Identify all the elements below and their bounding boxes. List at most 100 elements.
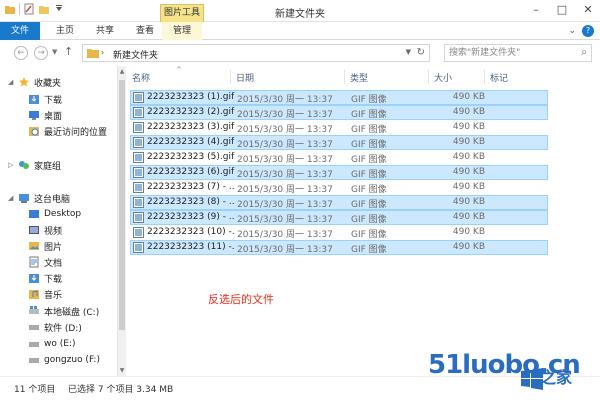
nav-label: 音乐 bbox=[44, 290, 63, 301]
file-row[interactable]: 2223232323 (4).gif 2015/3/30 周一 13:37 GIF … bbox=[130, 135, 548, 150]
gif-file-icon bbox=[133, 107, 144, 118]
nav-label: 下载 bbox=[44, 274, 63, 285]
help-icon[interactable]: ? bbox=[582, 25, 594, 37]
expand-ribbon-icon[interactable]: ⌄ bbox=[568, 26, 576, 36]
column-tags[interactable]: 标记 bbox=[490, 71, 508, 84]
file-date: 2015/3/30 周一 13:37 bbox=[237, 110, 333, 120]
nav-desktop[interactable]: 桌面 bbox=[28, 107, 62, 123]
column-divider[interactable] bbox=[428, 70, 429, 84]
nav-label: 本地磁盘 (C:) bbox=[44, 307, 100, 318]
collapse-icon[interactable]: ◢ bbox=[8, 78, 18, 86]
column-size[interactable]: 大小 bbox=[434, 71, 452, 84]
file-date: 2015/3/30 周一 13:37 bbox=[237, 245, 333, 255]
gif-file-icon bbox=[133, 137, 144, 148]
nav-drive-e[interactable]: wo (E:) bbox=[28, 336, 75, 352]
nav-documents[interactable]: 文档 bbox=[28, 254, 62, 270]
file-row[interactable]: 2223232323 (8) - ... 2015/3/30 周一 13:37 GI… bbox=[130, 195, 548, 210]
file-type: GIF 图像 bbox=[351, 95, 387, 105]
refresh-icon[interactable]: ↻ bbox=[417, 47, 425, 58]
nav-favorites[interactable]: ◢ 收藏夹 bbox=[8, 74, 61, 90]
search-box[interactable]: ⌕ bbox=[444, 44, 592, 62]
scrollbar-thumb[interactable] bbox=[119, 80, 125, 330]
nav-drive-d[interactable]: 软件 (D:) bbox=[28, 319, 82, 335]
file-name: 2223232323 (4).gif bbox=[147, 137, 235, 147]
expand-icon[interactable]: ▷ bbox=[8, 161, 18, 169]
nav-homegroup[interactable]: ▷ 家庭组 bbox=[8, 157, 61, 173]
ribbon-right-controls: ⌄ ? bbox=[568, 25, 594, 37]
column-divider[interactable] bbox=[344, 70, 345, 84]
tab-manage[interactable]: 管理 bbox=[162, 22, 202, 40]
gif-file-icon bbox=[133, 92, 144, 103]
scroll-down-icon[interactable]: ▼ bbox=[118, 367, 126, 374]
file-row[interactable]: 2223232323 (5).gif 2015/3/30 周一 13:37 GIF … bbox=[130, 150, 548, 165]
file-row[interactable]: 2223232323 (3).gif 2015/3/30 周一 13:37 GIF … bbox=[130, 120, 548, 135]
column-date[interactable]: 日期 bbox=[236, 71, 254, 84]
file-type: GIF 图像 bbox=[351, 230, 387, 240]
breadcrumb[interactable]: 新建文件夹 bbox=[113, 48, 158, 61]
tab-share[interactable]: 共享 bbox=[88, 22, 122, 40]
nav-label: gongzuo (F:) bbox=[44, 355, 100, 365]
file-row[interactable]: 2223232323 (2).gif 2015/3/30 周一 13:37 GIF … bbox=[130, 105, 548, 120]
gif-file-icon bbox=[133, 197, 144, 208]
file-row[interactable]: 2223232323 (10) -... 2015/3/30 周一 13:37 GI… bbox=[130, 225, 548, 240]
chevron-right-icon[interactable]: › bbox=[101, 48, 104, 57]
back-button[interactable]: ← bbox=[14, 46, 28, 60]
downloads-icon bbox=[29, 274, 39, 283]
drive-icon bbox=[29, 358, 39, 363]
selection-summary: 已选择 7 个项目 3.34 MB bbox=[68, 385, 174, 395]
nav-pc-downloads[interactable]: 下载 bbox=[28, 270, 62, 286]
tab-view[interactable]: 查看 bbox=[128, 22, 162, 40]
file-size: 490 KB bbox=[452, 167, 485, 177]
file-name: 2223232323 (1).gif bbox=[147, 92, 235, 102]
address-bar[interactable]: › 新建文件夹 ▼ ↻ bbox=[82, 44, 430, 62]
nav-pc-desktop[interactable]: Desktop bbox=[28, 206, 81, 222]
file-row[interactable]: 2223232323 (7) - ... 2015/3/30 周一 13:37 GI… bbox=[130, 180, 548, 195]
close-icon[interactable]: ✕ bbox=[582, 4, 594, 16]
minimize-icon[interactable]: – bbox=[530, 4, 542, 16]
nav-pictures[interactable]: 图片 bbox=[28, 238, 62, 254]
forward-button[interactable]: → bbox=[34, 46, 48, 60]
column-name[interactable]: 名称 bbox=[132, 71, 150, 84]
up-button[interactable]: ↑ bbox=[64, 45, 73, 58]
column-divider[interactable] bbox=[230, 70, 231, 84]
tab-home[interactable]: 主页 bbox=[48, 22, 82, 40]
nav-music[interactable]: 音乐 bbox=[28, 286, 62, 302]
desktop-icon bbox=[29, 111, 39, 120]
address-dropdown-icon[interactable]: ▼ bbox=[406, 48, 411, 56]
window-title: 新建文件夹 bbox=[275, 9, 325, 20]
nav-label: 视频 bbox=[44, 226, 63, 237]
maximize-icon[interactable]: □ bbox=[556, 4, 568, 16]
file-size: 490 KB bbox=[452, 122, 485, 132]
gif-file-icon bbox=[133, 242, 144, 253]
file-type: GIF 图像 bbox=[351, 215, 387, 225]
computer-icon bbox=[19, 194, 29, 203]
file-type: GIF 图像 bbox=[351, 125, 387, 135]
column-type[interactable]: 类型 bbox=[350, 71, 368, 84]
gif-file-icon bbox=[133, 212, 144, 223]
nav-local-disk[interactable]: 本地磁盘 (C:) bbox=[28, 303, 99, 319]
file-row[interactable]: 2223232323 (11) -... 2015/3/30 周一 13:37 GI… bbox=[130, 240, 548, 255]
nav-drive-f[interactable]: gongzuo (F:) bbox=[28, 352, 100, 368]
star-icon bbox=[19, 77, 29, 87]
scroll-up-icon[interactable]: ▲ bbox=[118, 68, 126, 75]
nav-this-pc[interactable]: ◢ 这台电脑 bbox=[8, 190, 70, 206]
file-size: 490 KB bbox=[452, 137, 485, 147]
file-row[interactable]: 2223232323 (9) - ... 2015/3/30 周一 13:37 GI… bbox=[130, 210, 548, 225]
tab-file[interactable]: 文件 bbox=[0, 22, 40, 40]
videos-icon bbox=[29, 226, 39, 234]
documents-icon bbox=[29, 256, 39, 268]
search-input[interactable] bbox=[445, 45, 571, 61]
nav-downloads[interactable]: 下载 bbox=[28, 91, 62, 107]
column-divider[interactable] bbox=[484, 70, 485, 84]
collapse-icon[interactable]: ◢ bbox=[8, 194, 18, 202]
nav-label: 文档 bbox=[44, 258, 63, 269]
file-date: 2015/3/30 周一 13:37 bbox=[237, 125, 333, 135]
nav-scrollbar[interactable]: ▲ ▼ bbox=[118, 66, 126, 376]
file-row[interactable]: 2223232323 (1).gif 2015/3/30 周一 13:37 GIF … bbox=[130, 90, 548, 105]
nav-recent[interactable]: 最近访问的位置 bbox=[28, 123, 107, 139]
recent-locations-dropdown-icon[interactable]: ▼ bbox=[52, 48, 57, 56]
search-icon[interactable]: ⌕ bbox=[581, 47, 587, 58]
file-row[interactable]: 2223232323 (6).gif 2015/3/30 周一 13:37 GIF … bbox=[130, 165, 548, 180]
gif-file-icon bbox=[133, 152, 144, 163]
nav-videos[interactable]: 视频 bbox=[28, 222, 62, 238]
